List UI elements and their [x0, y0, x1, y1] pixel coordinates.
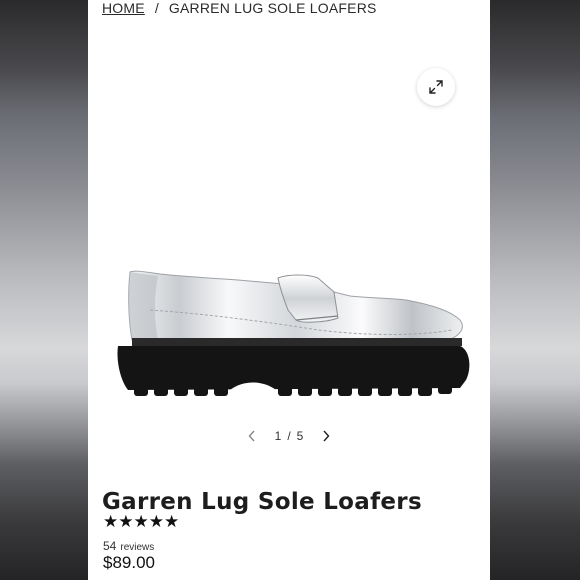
- breadcrumb: HOME / GARREN LUG SOLE LOAFERS: [102, 0, 377, 20]
- gallery-current-page: 1: [274, 429, 282, 443]
- chevron-left-icon: [248, 430, 255, 442]
- gallery-total-pages: 5: [296, 429, 304, 443]
- gallery-page-indicator: 1 / 5: [275, 429, 304, 443]
- expand-arrows-icon: [429, 80, 443, 94]
- gallery-next-button[interactable]: [322, 430, 330, 442]
- review-label: reviews: [120, 542, 155, 553]
- breadcrumb-home-link[interactable]: HOME: [102, 0, 145, 16]
- blurred-background-right: [490, 0, 580, 580]
- chevron-right-icon: [323, 430, 330, 442]
- gallery-prev-button[interactable]: [248, 430, 256, 442]
- blurred-background-left: [0, 0, 88, 580]
- product-image[interactable]: [88, 240, 490, 430]
- review-count-link[interactable]: 54 reviews: [103, 539, 154, 553]
- review-count: 54: [103, 539, 117, 553]
- breadcrumb-current: GARREN LUG SOLE LOAFERS: [168, 0, 377, 16]
- gallery-page-separator: /: [287, 429, 291, 443]
- breadcrumb-separator: /: [154, 0, 159, 16]
- loafer-welt: [132, 338, 462, 346]
- gallery-pager: 1 / 5: [248, 427, 330, 445]
- loafer-sole: [117, 346, 470, 390]
- rating-stars[interactable]: ★★★★★: [103, 512, 179, 532]
- product-page: HOME / GARREN LUG SOLE LOAFERS 1 / 5 Gar…: [88, 0, 490, 580]
- expand-image-button[interactable]: [417, 68, 455, 106]
- product-price: $89.00: [103, 553, 155, 572]
